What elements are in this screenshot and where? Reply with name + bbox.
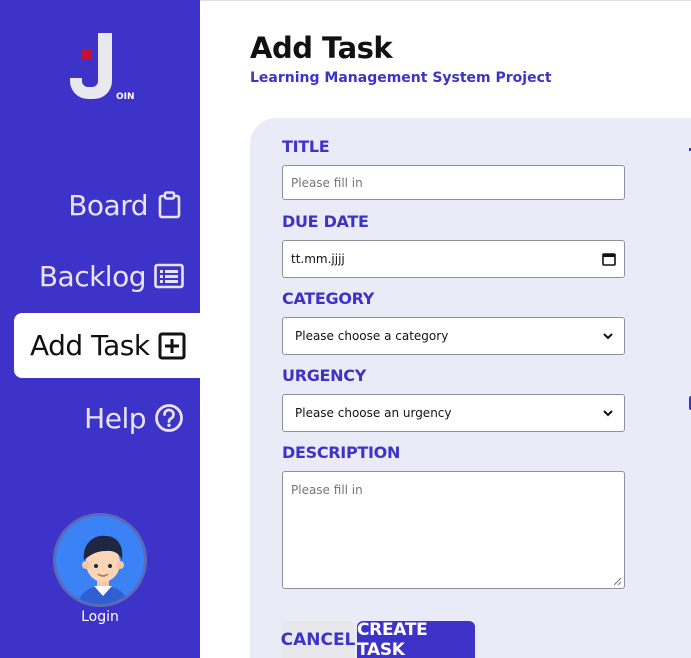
plus-square-icon: [158, 332, 186, 359]
calendar-icon[interactable]: [602, 252, 616, 266]
sidebar: OIN Board Backlog Add Task Help Login: [0, 0, 200, 658]
category-select[interactable]: Please choose a category: [282, 317, 625, 355]
sidebar-item-backlog[interactable]: Backlog: [39, 256, 184, 296]
sidebar-item-help[interactable]: Help: [84, 398, 184, 438]
chevron-down-icon: [603, 410, 613, 417]
clipboard-icon: [158, 191, 181, 219]
description-textarea[interactable]: Please fill in: [282, 471, 625, 589]
description-placeholder: Please fill in: [291, 483, 363, 497]
sidebar-item-board[interactable]: Board: [68, 185, 184, 225]
sidebar-item-add-task[interactable]: Add Task: [14, 313, 200, 378]
create-task-button[interactable]: CREATE TASK: [357, 620, 475, 658]
urgency-label: URGENCY: [282, 366, 366, 385]
urgency-select[interactable]: Please choose an urgency: [282, 394, 625, 432]
app-root: OIN Board Backlog Add Task Help Login Ad…: [0, 0, 691, 658]
login-label[interactable]: Login: [0, 609, 200, 625]
category-label: CATEGORY: [282, 289, 375, 308]
description-label: DESCRIPTION: [282, 443, 401, 462]
page-title: Add Task: [250, 31, 393, 65]
due-date-value: tt.mm.jjjj: [291, 252, 345, 266]
title-placeholder: Please fill in: [291, 175, 363, 190]
sidebar-item-label: Add Task: [30, 329, 150, 362]
due-date-label: DUE DATE: [282, 212, 369, 231]
join-logo[interactable]: OIN: [66, 30, 135, 104]
header-divider: [200, 0, 691, 1]
title-label: TITLE: [282, 137, 330, 156]
sidebar-item-label: Help: [84, 401, 146, 435]
list-icon: [154, 263, 184, 289]
resize-handle-icon[interactable]: [613, 577, 622, 586]
logo-text: OIN: [116, 92, 135, 102]
category-selected: Please choose a category: [295, 329, 449, 343]
due-date-input[interactable]: tt.mm.jjjj: [282, 240, 625, 278]
sidebar-item-label: Backlog: [38, 259, 147, 293]
chevron-down-icon: [603, 333, 613, 340]
question-circle-icon: [155, 404, 183, 432]
sidebar-item-label: Board: [68, 188, 148, 222]
page-subtitle: Learning Management System Project: [250, 70, 552, 86]
urgency-selected: Please choose an urgency: [295, 406, 452, 420]
avatar[interactable]: [53, 513, 147, 607]
title-input[interactable]: Please fill in: [282, 165, 625, 200]
user-avatar-icon: [56, 516, 144, 604]
cancel-button[interactable]: CANCEL: [281, 621, 355, 658]
